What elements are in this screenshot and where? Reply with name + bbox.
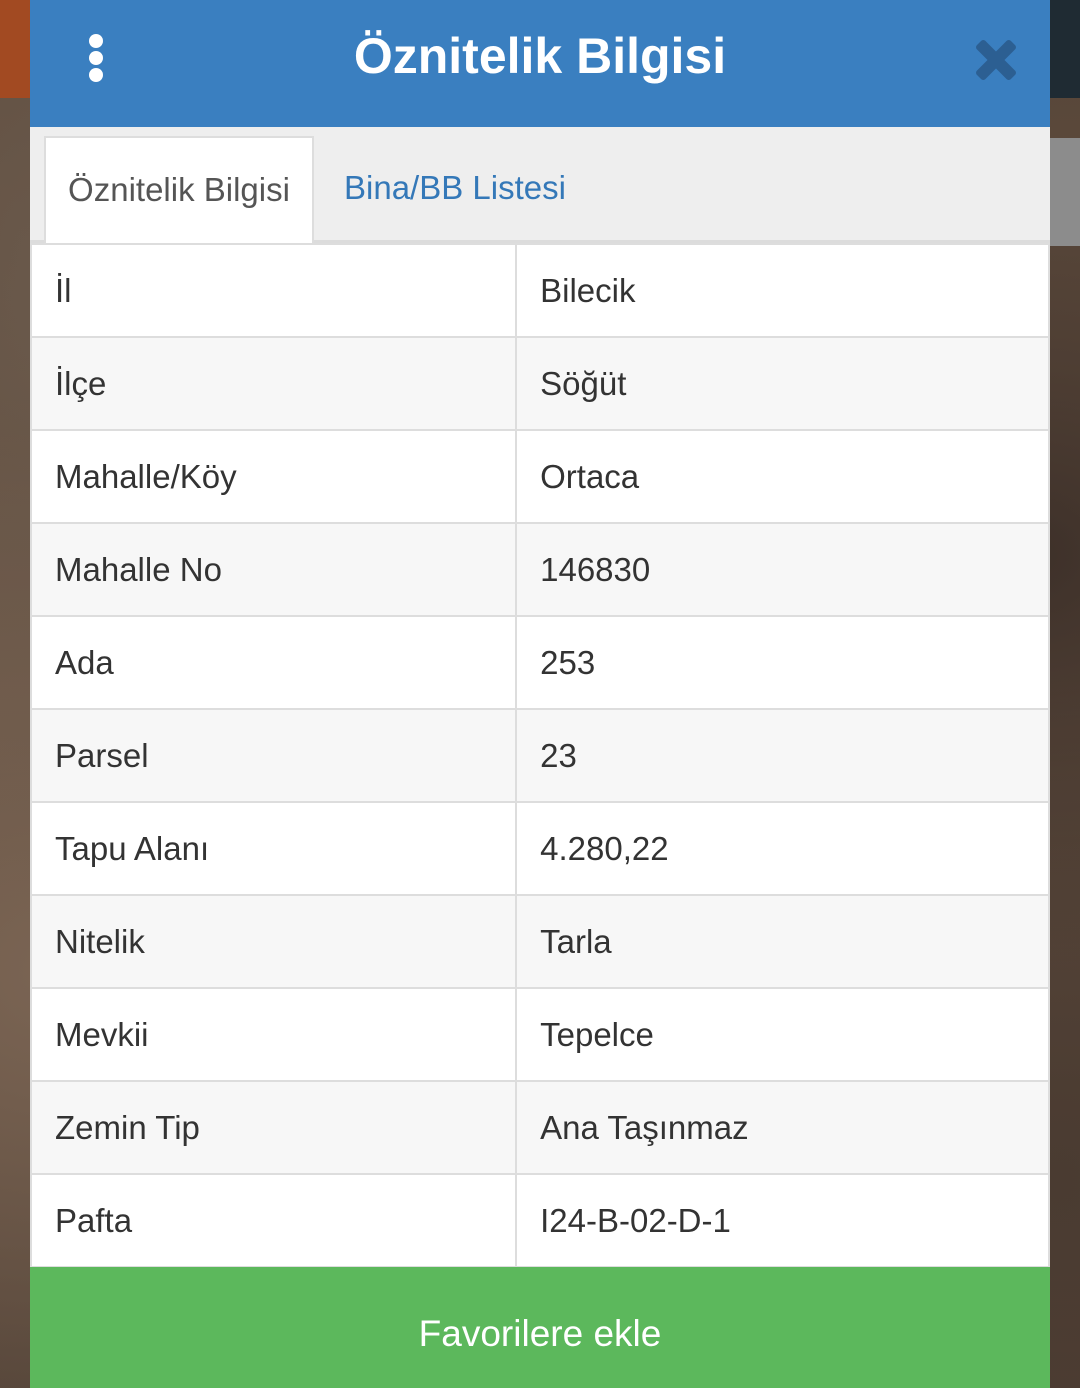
attribute-key: Mevkii	[29, 987, 518, 1082]
attribute-value: Tarla	[515, 894, 1050, 989]
attribute-key: Zemin Tip	[29, 1080, 518, 1175]
attribute-value: Ana Taşınmaz	[515, 1080, 1050, 1175]
attribute-info-dialog: Öznitelik Bilgisi Öznitelik Bilgisi Bina…	[29, 0, 1050, 1388]
table-row: Mahalle/Köy Ortaca	[29, 429, 1050, 524]
table-row: İl Bilecik	[29, 243, 1050, 338]
attribute-table: İl Bilecik İlçe Söğüt Mahalle/Köy Ortaca Mahal…	[29, 243, 1050, 1268]
attribute-key: İlçe	[29, 336, 518, 431]
table-row: Nitelik Tarla	[29, 894, 1050, 989]
table-row: Mevkii Tepelce	[29, 987, 1050, 1082]
close-icon[interactable]	[976, 40, 1016, 80]
attribute-key: Ada	[29, 615, 518, 710]
table-row: Mahalle No 146830	[29, 522, 1050, 617]
map-scroll-handle	[1050, 138, 1080, 246]
table-row: Parsel 23	[29, 708, 1050, 803]
add-to-favorites-button[interactable]: Favorilere ekle	[30, 1267, 1050, 1388]
attribute-value: Bilecik	[515, 243, 1050, 338]
dialog-header: Öznitelik Bilgisi	[30, 0, 1050, 127]
table-row: Ada 253	[29, 615, 1050, 710]
tab-bar: Öznitelik Bilgisi Bina/BB Listesi	[30, 127, 1050, 246]
attribute-value: 146830	[515, 522, 1050, 617]
attribute-key: Mahalle/Köy	[29, 429, 518, 524]
attribute-key: Parsel	[29, 708, 518, 803]
table-row: Tapu Alanı 4.280,22	[29, 801, 1050, 896]
map-toolbar-left-edge	[0, 0, 30, 98]
attribute-value: 253	[515, 615, 1050, 710]
table-row: Zemin Tip Ana Taşınmaz	[29, 1080, 1050, 1175]
dialog-title: Öznitelik Bilgisi	[353, 28, 727, 84]
attribute-value: Ortaca	[515, 429, 1050, 524]
attribute-value: 4.280,22	[515, 801, 1050, 896]
tab-attribute-info[interactable]: Öznitelik Bilgisi	[44, 136, 314, 246]
table-row: İlçe Söğüt	[29, 336, 1050, 431]
attribute-key: Nitelik	[29, 894, 518, 989]
attribute-value: Söğüt	[515, 336, 1050, 431]
attribute-key: İl	[29, 243, 518, 338]
attribute-value: I24-B-02-D-1	[515, 1173, 1050, 1268]
attribute-key: Tapu Alanı	[29, 801, 518, 896]
map-toolbar-right-edge	[1050, 0, 1080, 98]
attribute-value: 23	[515, 708, 1050, 803]
tab-building-list[interactable]: Bina/BB Listesi	[344, 136, 644, 243]
attribute-value: Tepelce	[515, 987, 1050, 1082]
attribute-key: Pafta	[29, 1173, 518, 1268]
table-row: Pafta I24-B-02-D-1	[29, 1173, 1050, 1268]
attribute-key: Mahalle No	[29, 522, 518, 617]
